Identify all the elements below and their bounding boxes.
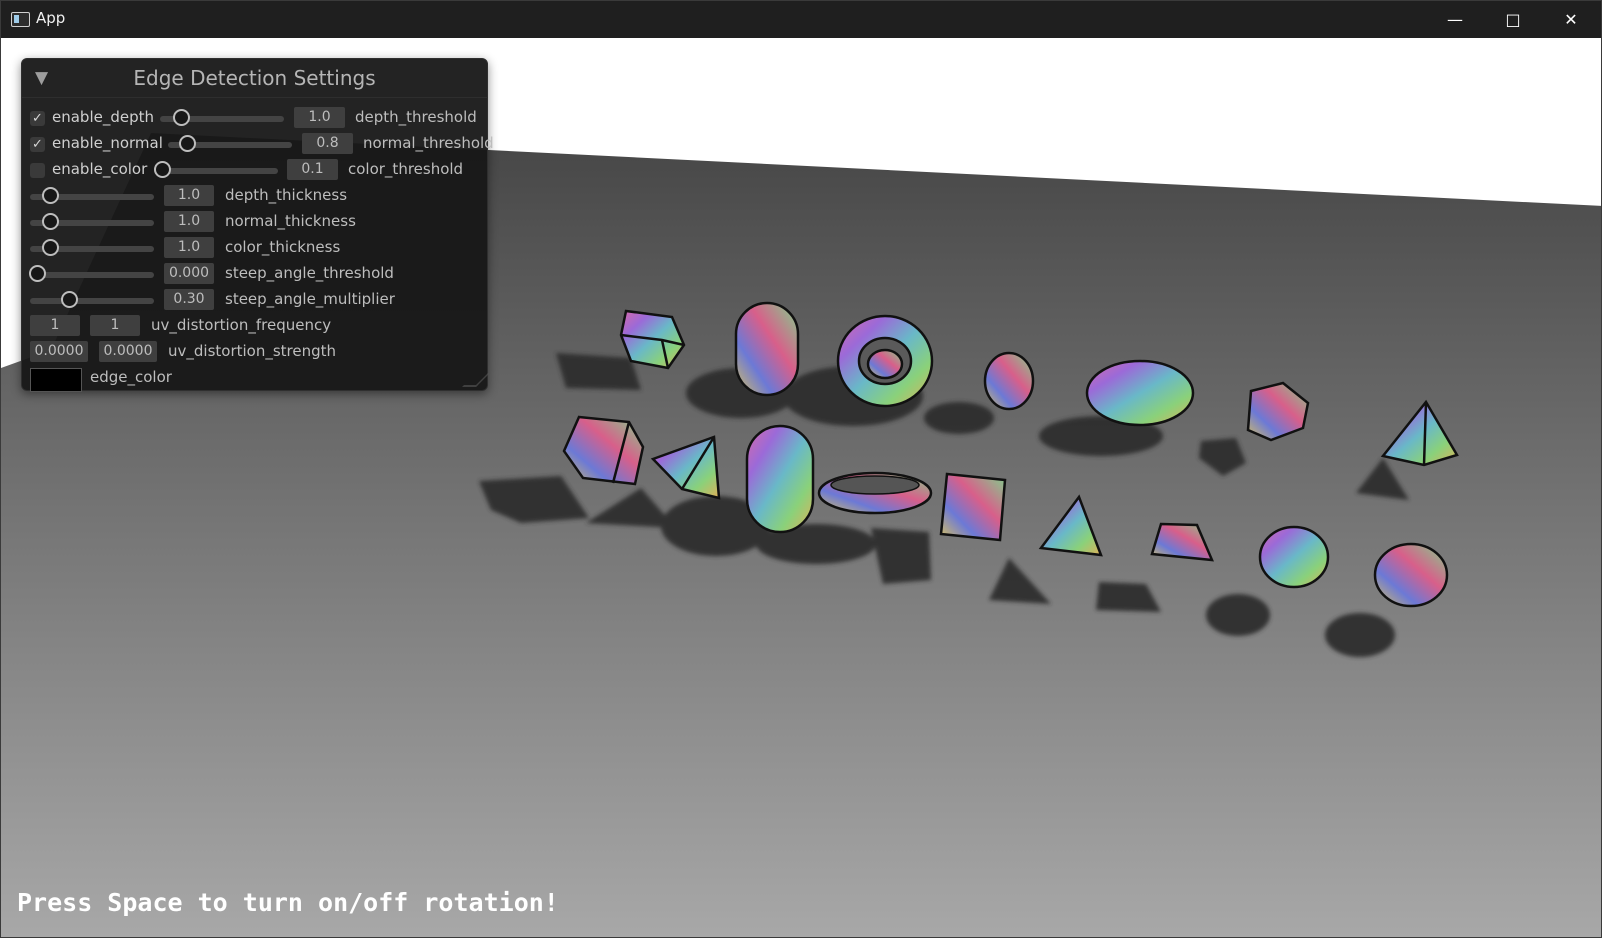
edge-detection-panel: ▼ Edge Detection Settings ✓ enable_depth… [21, 58, 494, 392]
color-thickness-slider[interactable] [30, 239, 154, 256]
rotation-hint: Press Space to turn on/off rotation! [17, 888, 559, 917]
uv-frequency-x-input[interactable]: 1 [30, 315, 80, 336]
uv-strength-y-input[interactable]: 0.0000 [99, 341, 157, 362]
depth-thickness-slider[interactable] [30, 187, 154, 204]
uv-strength-row: 0.0000 0.0000 uv_distortion_strength [22, 341, 482, 363]
steep-angle-threshold-slider[interactable] [29, 265, 154, 282]
app-window: App — □ ✕ Press Space to turn on/off rot… [0, 0, 1602, 938]
app-icon [11, 12, 30, 27]
uv-strength-x-input[interactable]: 0.0000 [30, 341, 88, 362]
uv-frequency-y-input[interactable]: 1 [90, 315, 140, 336]
slider-knob[interactable] [42, 187, 59, 204]
slider-knob[interactable] [173, 109, 190, 126]
enable-normal-label: enable_normal [52, 134, 163, 152]
edge-color-row: edge_color [22, 367, 482, 392]
steep-angle-threshold-label: steep_angle_threshold [225, 264, 394, 282]
enable-normal-row: ✓ enable_normal 0.8 normal_threshold [22, 133, 494, 155]
depth-thickness-label: depth_thickness [225, 186, 348, 204]
panel-header[interactable]: ▼ Edge Detection Settings [22, 59, 487, 98]
normal-threshold-slider[interactable] [168, 135, 292, 152]
slider-knob[interactable] [42, 213, 59, 230]
slider-knob[interactable] [29, 265, 46, 282]
minimize-button[interactable]: — [1426, 1, 1484, 38]
uv-frequency-row: 1 1 uv_distortion_frequency [22, 315, 482, 337]
depth-threshold-value[interactable]: 1.0 [294, 107, 345, 128]
normal-thickness-row: 1.0 normal_thickness [22, 211, 482, 233]
color-thickness-label: color_thickness [225, 238, 341, 256]
uv-strength-label: uv_distortion_strength [168, 342, 337, 360]
steep-angle-multiplier-row: 0.30 steep_angle_multiplier [22, 289, 482, 311]
slider-knob[interactable] [42, 239, 59, 256]
normal-thickness-slider[interactable] [30, 213, 154, 230]
edge-color-swatch[interactable] [30, 368, 82, 392]
depth-threshold-slider[interactable] [160, 109, 284, 126]
steep-angle-multiplier-label: steep_angle_multiplier [225, 290, 395, 308]
close-button[interactable]: ✕ [1542, 1, 1600, 38]
color-thickness-value[interactable]: 1.0 [164, 237, 214, 258]
color-threshold-value[interactable]: 0.1 [287, 159, 338, 180]
normal-threshold-label: normal_threshold [363, 134, 494, 152]
depth-threshold-label: depth_threshold [355, 108, 477, 126]
enable-color-checkbox[interactable] [30, 163, 45, 178]
enable-color-row: enable_color 0.1 color_threshold [22, 159, 482, 181]
depth-thickness-row: 1.0 depth_thickness [22, 185, 482, 207]
depth-thickness-value[interactable]: 1.0 [164, 185, 214, 206]
edge-color-label: edge_color [90, 368, 172, 386]
enable-depth-checkbox[interactable]: ✓ [30, 111, 45, 126]
normal-thickness-value[interactable]: 1.0 [164, 211, 214, 232]
steep-angle-threshold-value[interactable]: 0.000 [164, 263, 214, 284]
steep-angle-multiplier-value[interactable]: 0.30 [164, 289, 214, 310]
title-bar: App — □ ✕ [1, 1, 1601, 38]
color-thickness-row: 1.0 color_thickness [22, 237, 482, 259]
window-title: App [36, 9, 66, 27]
enable-depth-row: ✓ enable_depth 1.0 depth_threshold [22, 107, 482, 129]
panel-title: Edge Detection Settings [133, 66, 376, 90]
enable-color-label: enable_color [52, 160, 148, 178]
steep-angle-multiplier-slider[interactable] [30, 291, 154, 308]
maximize-button[interactable]: □ [1484, 1, 1542, 38]
slider-knob[interactable] [179, 135, 196, 152]
normal-thickness-label: normal_thickness [225, 212, 356, 230]
uv-frequency-label: uv_distortion_frequency [151, 316, 332, 334]
color-threshold-label: color_threshold [348, 160, 464, 178]
color-threshold-slider[interactable] [154, 161, 278, 178]
enable-normal-checkbox[interactable]: ✓ [30, 137, 45, 152]
normal-threshold-value[interactable]: 0.8 [302, 133, 353, 154]
slider-knob[interactable] [154, 161, 171, 178]
enable-depth-label: enable_depth [52, 108, 155, 126]
steep-angle-threshold-row: 0.000 steep_angle_threshold [22, 263, 482, 285]
slider-knob[interactable] [61, 291, 78, 308]
